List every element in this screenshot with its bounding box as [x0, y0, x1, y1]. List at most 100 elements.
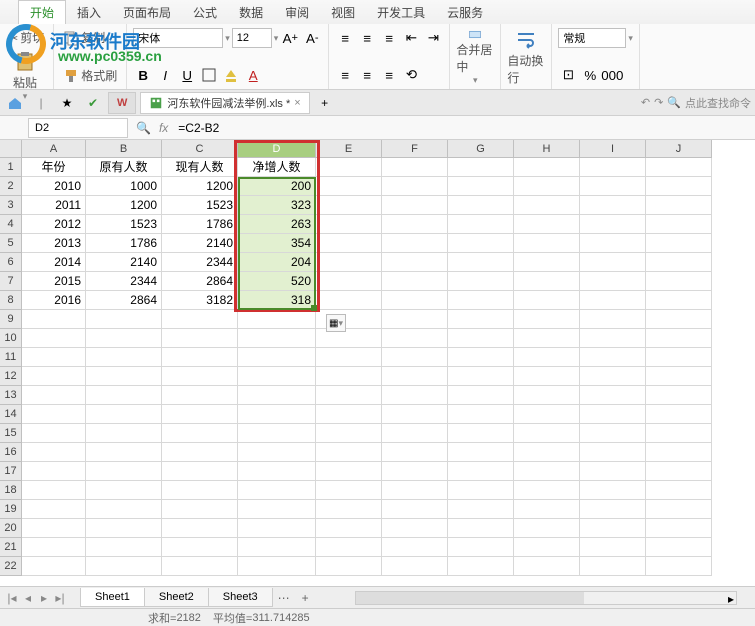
row-header-10[interactable]: 10	[0, 329, 22, 348]
cell-G21[interactable]	[448, 538, 514, 557]
cell-I12[interactable]	[580, 367, 646, 386]
cell-F5[interactable]	[382, 234, 448, 253]
formula-input[interactable]	[174, 121, 755, 135]
cell-A13[interactable]	[22, 386, 86, 405]
cell-B2[interactable]: 1000	[86, 177, 162, 196]
cell-D20[interactable]	[238, 519, 316, 538]
cell-H1[interactable]	[514, 158, 580, 177]
cell-F22[interactable]	[382, 557, 448, 576]
cell-I1[interactable]	[580, 158, 646, 177]
cell-B4[interactable]: 1523	[86, 215, 162, 234]
cell-I9[interactable]	[580, 310, 646, 329]
cell-J10[interactable]	[646, 329, 712, 348]
cell-G2[interactable]	[448, 177, 514, 196]
cell-C2[interactable]: 1200	[162, 177, 238, 196]
cell-G13[interactable]	[448, 386, 514, 405]
cell-A3[interactable]: 2011	[22, 196, 86, 215]
cell-F19[interactable]	[382, 500, 448, 519]
cell-C10[interactable]	[162, 329, 238, 348]
cell-B16[interactable]	[86, 443, 162, 462]
cell-G14[interactable]	[448, 405, 514, 424]
name-box[interactable]	[28, 118, 128, 138]
cell-H3[interactable]	[514, 196, 580, 215]
cell-I19[interactable]	[580, 500, 646, 519]
cell-F12[interactable]	[382, 367, 448, 386]
cell-F21[interactable]	[382, 538, 448, 557]
cell-E20[interactable]	[316, 519, 382, 538]
cell-J14[interactable]	[646, 405, 712, 424]
cell-C16[interactable]	[162, 443, 238, 462]
cell-F18[interactable]	[382, 481, 448, 500]
row-header-8[interactable]: 8	[0, 291, 22, 310]
cell-H19[interactable]	[514, 500, 580, 519]
cell-A20[interactable]	[22, 519, 86, 538]
sheet-tab-Sheet3[interactable]: Sheet3	[208, 588, 273, 607]
cell-D6[interactable]: 204	[238, 253, 316, 272]
cell-C8[interactable]: 3182	[162, 291, 238, 310]
cell-C1[interactable]: 现有人数	[162, 158, 238, 177]
cell-E6[interactable]	[316, 253, 382, 272]
select-all-corner[interactable]	[0, 140, 22, 158]
cell-E22[interactable]	[316, 557, 382, 576]
cell-G15[interactable]	[448, 424, 514, 443]
cell-E16[interactable]	[316, 443, 382, 462]
cell-H22[interactable]	[514, 557, 580, 576]
cell-J18[interactable]	[646, 481, 712, 500]
ribbon-tab-2[interactable]: 页面布局	[112, 1, 182, 24]
cell-J6[interactable]	[646, 253, 712, 272]
row-header-6[interactable]: 6	[0, 253, 22, 272]
col-header-B[interactable]: B	[86, 140, 162, 158]
cell-I11[interactable]	[580, 348, 646, 367]
doc-tab-wps[interactable]: W	[108, 92, 136, 114]
row-header-21[interactable]: 21	[0, 538, 22, 557]
col-header-H[interactable]: H	[514, 140, 580, 158]
cell-B6[interactable]: 2140	[86, 253, 162, 272]
cell-G17[interactable]	[448, 462, 514, 481]
cell-J9[interactable]	[646, 310, 712, 329]
cell-A14[interactable]	[22, 405, 86, 424]
cell-B22[interactable]	[86, 557, 162, 576]
cell-J15[interactable]	[646, 424, 712, 443]
search-hint[interactable]: 点此查找命令	[685, 95, 751, 111]
cell-J8[interactable]	[646, 291, 712, 310]
row-header-1[interactable]: 1	[0, 158, 22, 177]
cell-G5[interactable]	[448, 234, 514, 253]
cell-G16[interactable]	[448, 443, 514, 462]
cell-E19[interactable]	[316, 500, 382, 519]
cell-F8[interactable]	[382, 291, 448, 310]
cell-D19[interactable]	[238, 500, 316, 519]
cell-B5[interactable]: 1786	[86, 234, 162, 253]
cell-A17[interactable]	[22, 462, 86, 481]
italic-button[interactable]: I	[155, 65, 175, 85]
cell-C12[interactable]	[162, 367, 238, 386]
add-sheet-button[interactable]: +	[296, 588, 315, 608]
cell-B9[interactable]	[86, 310, 162, 329]
cell-B7[interactable]: 2344	[86, 272, 162, 291]
copy-button[interactable]: 复制	[60, 28, 108, 47]
row-header-12[interactable]: 12	[0, 367, 22, 386]
row-header-15[interactable]: 15	[0, 424, 22, 443]
cell-H5[interactable]	[514, 234, 580, 253]
cell-A15[interactable]	[22, 424, 86, 443]
ribbon-tab-7[interactable]: 开发工具	[366, 1, 436, 24]
cell-D1[interactable]: 净增人数	[238, 158, 316, 177]
font-color-button[interactable]: A	[243, 65, 263, 85]
cell-B11[interactable]	[86, 348, 162, 367]
row-header-11[interactable]: 11	[0, 348, 22, 367]
cell-A4[interactable]: 2012	[22, 215, 86, 234]
cell-A22[interactable]	[22, 557, 86, 576]
cell-E4[interactable]	[316, 215, 382, 234]
row-header-17[interactable]: 17	[0, 462, 22, 481]
number-format-combo[interactable]	[558, 28, 626, 48]
cell-C17[interactable]	[162, 462, 238, 481]
sheet-nav-next[interactable]: ▸	[36, 591, 52, 605]
cell-I20[interactable]	[580, 519, 646, 538]
close-tab-button[interactable]: ×	[294, 97, 300, 109]
row-header-5[interactable]: 5	[0, 234, 22, 253]
cell-D5[interactable]: 354	[238, 234, 316, 253]
redo-button[interactable]: ↷	[654, 96, 663, 109]
cell-A6[interactable]: 2014	[22, 253, 86, 272]
cell-I6[interactable]	[580, 253, 646, 272]
cell-H17[interactable]	[514, 462, 580, 481]
ribbon-tab-0[interactable]: 开始	[18, 0, 66, 24]
